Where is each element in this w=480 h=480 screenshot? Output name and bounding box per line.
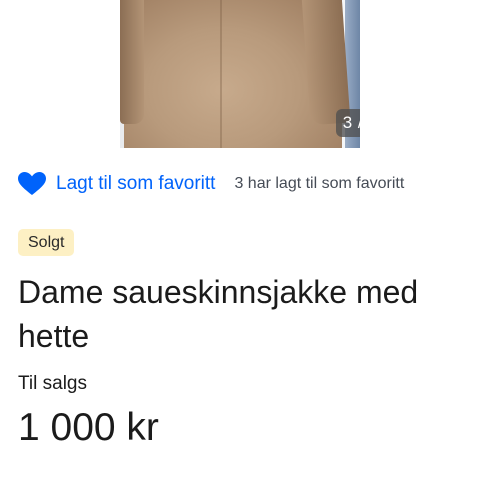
image-gallery[interactable]: 3 / 3 [0, 0, 480, 148]
favorite-count: 3 har lagt til som favoritt [234, 175, 405, 192]
listing-photo[interactable]: 3 / 3 [120, 0, 360, 148]
coat-sleeve-right [301, 0, 351, 126]
status-badge: Solgt [18, 229, 75, 256]
coat-sleeve-left [120, 0, 144, 124]
favorite-row: Lagt til som favoritt 3 har lagt til som… [18, 170, 468, 198]
sale-type-label: Til salgs [18, 373, 87, 394]
listing-title: Dame saueskinnsjakke med hette [18, 274, 419, 354]
image-counter: 3 / 3 [336, 109, 360, 137]
listing-price: 1 000 kr [18, 406, 159, 449]
favorite-button[interactable]: Lagt til som favoritt [56, 173, 215, 195]
coat-seam [220, 0, 222, 148]
heart-icon[interactable] [18, 172, 46, 196]
